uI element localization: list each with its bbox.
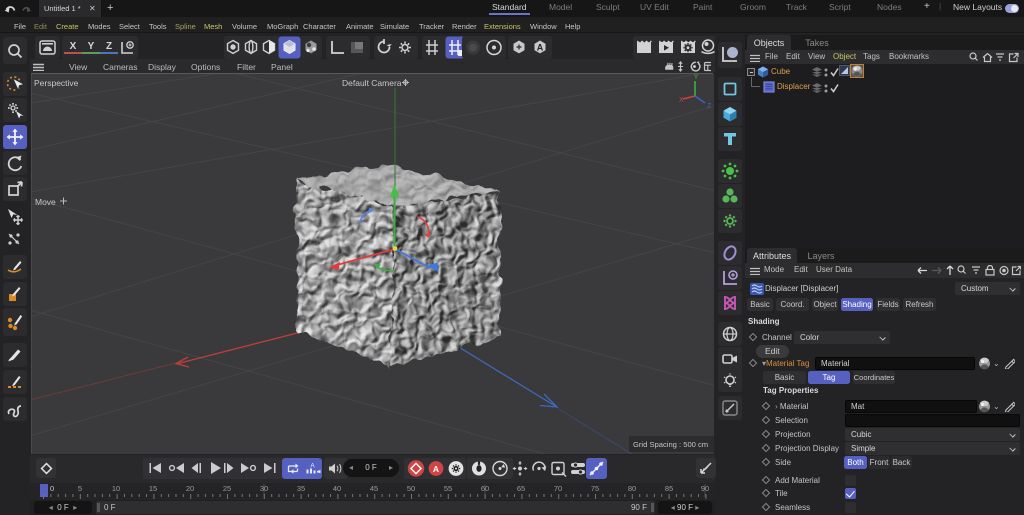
svg-text:Perspective: Perspective <box>34 78 79 88</box>
svg-text:Move: Move <box>35 197 56 207</box>
svg-text:75: 75 <box>591 484 599 493</box>
svg-text:25: 25 <box>223 484 231 493</box>
svg-text:40: 40 <box>333 484 341 493</box>
svg-text:X: X <box>679 97 684 104</box>
svg-text:15: 15 <box>149 484 157 493</box>
svg-text:Default Camera: Default Camera <box>342 78 402 88</box>
svg-text:55: 55 <box>444 484 452 493</box>
svg-text:85: 85 <box>665 484 673 493</box>
svg-text:65: 65 <box>517 484 525 493</box>
svg-text:80: 80 <box>628 484 636 493</box>
svg-text:Grid Spacing : 500 cm: Grid Spacing : 500 cm <box>633 440 708 449</box>
svg-text:Z: Z <box>707 103 712 110</box>
svg-text:90: 90 <box>701 484 709 493</box>
svg-text:60: 60 <box>481 484 489 493</box>
svg-text:A: A <box>537 43 544 53</box>
svg-text:50: 50 <box>407 484 415 493</box>
svg-text:30: 30 <box>260 484 268 493</box>
svg-text:45: 45 <box>370 484 378 493</box>
svg-text:5: 5 <box>78 484 82 493</box>
svg-text:70: 70 <box>554 484 562 493</box>
svg-text:0: 0 <box>50 484 54 493</box>
svg-text:10: 10 <box>112 484 120 493</box>
svg-text:20: 20 <box>186 484 194 493</box>
svg-text:35: 35 <box>297 484 305 493</box>
svg-text:Y: Y <box>694 74 699 81</box>
